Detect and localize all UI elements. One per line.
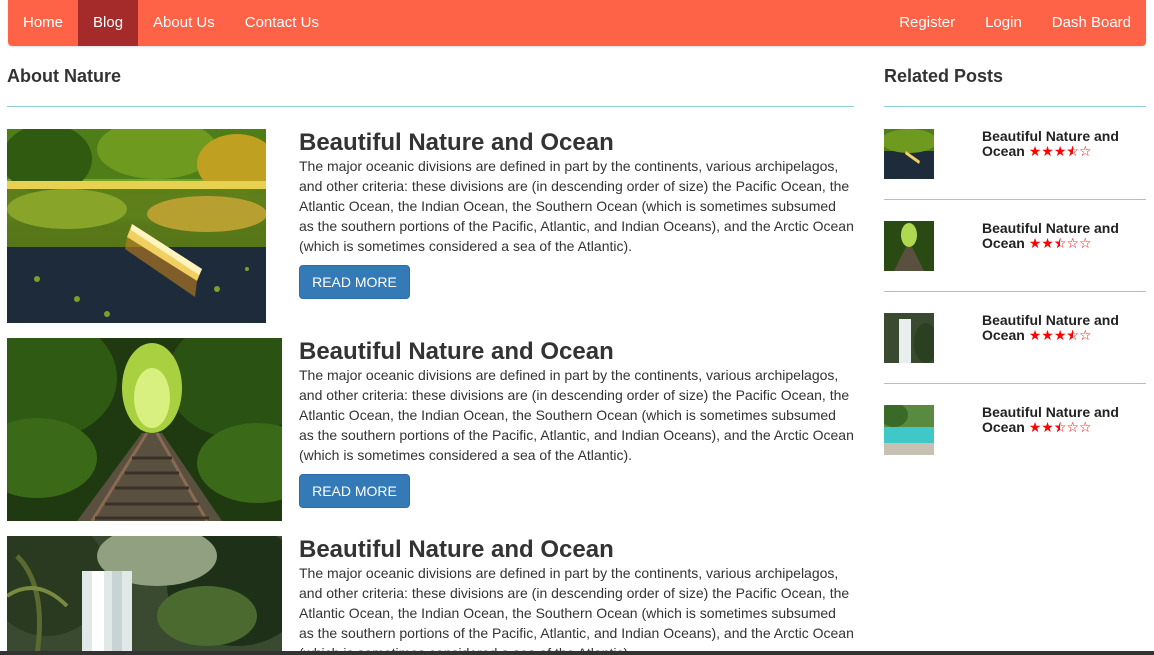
star-empty-icon: ☆ xyxy=(1066,235,1079,251)
star-full-icon: ★ xyxy=(1041,327,1054,343)
rating-stars: ★★☆★☆☆ xyxy=(1029,235,1092,251)
related-thumb-canoe-lake[interactable] xyxy=(884,129,934,179)
read-more-button[interactable]: READ MORE xyxy=(299,265,410,299)
star-full-icon: ★ xyxy=(1041,143,1054,159)
star-empty-icon: ☆ xyxy=(1078,327,1092,343)
post-card: Beautiful Nature and Ocean The major oce… xyxy=(7,338,854,521)
nav-blog[interactable]: Blog xyxy=(78,0,139,46)
window-bottom-edge xyxy=(0,651,1154,655)
top-navbar: Home Blog About Us Contact Us Register L… xyxy=(8,0,1146,46)
rating-stars: ★★☆★☆☆ xyxy=(1029,419,1092,435)
star-full-icon: ★ xyxy=(1053,327,1067,343)
star-half-icon: ☆★ xyxy=(1066,143,1079,159)
related-post-title[interactable]: Beautiful Nature and Ocean ★★☆★☆☆ xyxy=(982,405,1146,435)
post-card: Beautiful Nature and Ocean The major oce… xyxy=(7,536,854,655)
star-full-icon: ★ xyxy=(1028,419,1042,435)
star-full-icon: ★ xyxy=(1028,235,1042,251)
star-full-icon: ★ xyxy=(1028,143,1042,159)
related-post[interactable]: Beautiful Nature and Ocean ★★★☆★☆ xyxy=(884,313,1146,363)
nav-right-group: Register Login Dash Board xyxy=(884,0,1146,46)
related-thumb-jungle-waterfall[interactable] xyxy=(884,313,934,363)
post-image-forest-railway[interactable] xyxy=(7,338,282,521)
star-half-icon: ☆★ xyxy=(1053,419,1067,435)
post-title[interactable]: Beautiful Nature and Ocean xyxy=(299,338,614,366)
nav-left-group: Home Blog About Us Contact Us xyxy=(8,0,334,46)
related-thumb-forest-railway[interactable] xyxy=(884,221,934,271)
related-post-title[interactable]: Beautiful Nature and Ocean ★★★☆★☆ xyxy=(982,129,1146,159)
related-post-title[interactable]: Beautiful Nature and Ocean ★★★☆★☆ xyxy=(982,313,1146,343)
divider xyxy=(884,383,1146,384)
nav-register[interactable]: Register xyxy=(884,0,970,46)
related-post[interactable]: Beautiful Nature and Ocean ★★☆★☆☆ xyxy=(884,405,1146,455)
rating-stars: ★★★☆★☆ xyxy=(1029,143,1092,159)
star-empty-icon: ☆ xyxy=(1066,419,1079,435)
section-title: About Nature xyxy=(7,66,121,86)
star-full-icon: ★ xyxy=(1041,419,1054,435)
divider xyxy=(884,291,1146,292)
divider xyxy=(7,106,854,107)
nav-home[interactable]: Home xyxy=(8,0,78,46)
star-half-icon: ☆★ xyxy=(1053,235,1067,251)
related-thumb-turquoise-river[interactable] xyxy=(884,405,934,455)
star-half-icon: ☆★ xyxy=(1066,327,1079,343)
star-full-icon: ★ xyxy=(1041,235,1054,251)
star-full-icon: ★ xyxy=(1053,143,1067,159)
nav-about-us[interactable]: About Us xyxy=(138,0,230,46)
related-post-title[interactable]: Beautiful Nature and Ocean ★★☆★☆☆ xyxy=(982,221,1146,251)
rating-stars: ★★★☆★☆ xyxy=(1029,327,1092,343)
read-more-button[interactable]: READ MORE xyxy=(299,474,410,508)
star-full-icon: ★ xyxy=(1028,327,1042,343)
related-post[interactable]: Beautiful Nature and Ocean ★★☆★☆☆ xyxy=(884,221,1146,271)
nav-dashboard[interactable]: Dash Board xyxy=(1037,0,1146,46)
nav-login[interactable]: Login xyxy=(970,0,1037,46)
post-excerpt: The major oceanic divisions are defined … xyxy=(299,565,854,655)
post-card: Beautiful Nature and Ocean The major oce… xyxy=(7,129,854,323)
star-empty-icon: ☆ xyxy=(1078,419,1092,435)
star-empty-icon: ☆ xyxy=(1078,235,1092,251)
post-image-jungle-waterfall[interactable] xyxy=(7,536,282,655)
post-excerpt: The major oceanic divisions are defined … xyxy=(299,367,854,463)
star-empty-icon: ☆ xyxy=(1078,143,1092,159)
sidebar-title: Related Posts xyxy=(884,66,1004,86)
post-title[interactable]: Beautiful Nature and Ocean xyxy=(299,129,614,157)
post-image-canoe-lake[interactable] xyxy=(7,129,266,323)
post-title[interactable]: Beautiful Nature and Ocean xyxy=(299,536,614,564)
divider xyxy=(884,199,1146,200)
related-post[interactable]: Beautiful Nature and Ocean ★★★☆★☆ xyxy=(884,129,1146,179)
divider xyxy=(884,106,1146,107)
post-excerpt: The major oceanic divisions are defined … xyxy=(299,158,854,254)
nav-contact-us[interactable]: Contact Us xyxy=(230,0,334,46)
